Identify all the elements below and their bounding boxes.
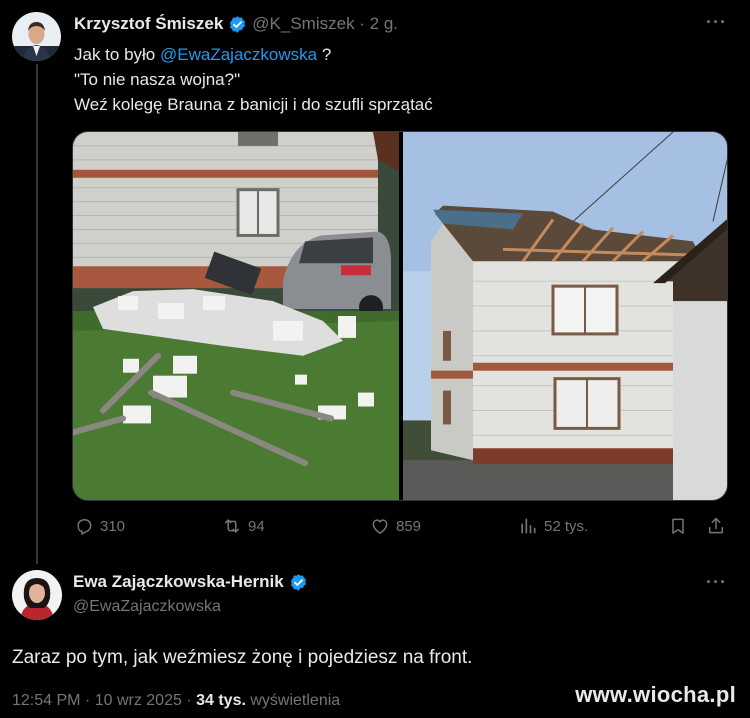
tweet-text-line2: "To nie nasza wojna?" bbox=[74, 70, 241, 89]
views-button[interactable]: 52 tys. bbox=[518, 516, 588, 536]
watermark: www.wiocha.pl bbox=[575, 682, 736, 707]
photo-damaged-wall[interactable] bbox=[73, 132, 399, 500]
tweet-header: Ewa Zajączkowska-Hernik bbox=[73, 572, 313, 592]
repost-count: 94 bbox=[248, 517, 265, 535]
author-name[interactable]: Krzysztof Śmiszek bbox=[74, 14, 223, 34]
like-icon bbox=[372, 519, 388, 534]
author-handle[interactable]: @EwaZajaczkowska bbox=[73, 598, 221, 616]
like-button[interactable]: 859 bbox=[370, 516, 421, 536]
share-button[interactable] bbox=[706, 516, 726, 536]
views-label: wyświetlenia bbox=[245, 692, 341, 709]
reply-count: 310 bbox=[100, 517, 126, 535]
views-count: 52 tys. bbox=[544, 517, 589, 535]
reply-icon bbox=[77, 519, 92, 535]
tweet-text-line1-suffix: ? bbox=[317, 45, 332, 64]
verified-badge-icon bbox=[290, 573, 306, 591]
tweet-meta: 12:54 PM · 10 wrz 2025 · 34 tys. wyświet… bbox=[12, 692, 340, 710]
views-count: 34 tys. bbox=[196, 692, 246, 709]
avatar[interactable] bbox=[12, 570, 62, 620]
views-icon bbox=[521, 518, 536, 534]
author-name[interactable]: Ewa Zajączkowska-Hernik bbox=[73, 572, 284, 592]
tweet-actions-bar: 310 94 859 52 tys. bbox=[74, 516, 734, 544]
tweet-text: Jak to było @EwaZajaczkowska ? "To nie n… bbox=[74, 42, 433, 117]
mention-link[interactable]: @EwaZajaczkowska bbox=[160, 45, 317, 64]
more-icon[interactable]: ··· bbox=[706, 572, 727, 593]
tweet-text: Zaraz po tym, jak weźmiesz żonę i pojedz… bbox=[12, 647, 473, 668]
author-handle-time[interactable]: @K_Smiszek · 2 g. bbox=[252, 14, 398, 34]
tweet-text-line3: Weź kolegę Brauna z banicji i do szufli … bbox=[74, 95, 433, 114]
bookmark-icon bbox=[672, 518, 684, 534]
tweet-text-line1-prefix: Jak to było bbox=[74, 45, 160, 64]
bookmark-button[interactable] bbox=[668, 516, 688, 536]
avatar[interactable] bbox=[12, 12, 61, 61]
repost-button[interactable]: 94 bbox=[222, 516, 265, 536]
more-icon[interactable]: ··· bbox=[706, 12, 727, 33]
photo-damaged-roof[interactable] bbox=[403, 132, 728, 500]
tweet-media[interactable] bbox=[72, 131, 728, 501]
thread-connector-line bbox=[36, 64, 38, 564]
tweet-header: Krzysztof Śmiszek @K_Smiszek · 2 g. bbox=[74, 14, 398, 34]
share-icon bbox=[709, 517, 723, 534]
reply-button[interactable]: 310 bbox=[74, 516, 125, 536]
verified-badge-icon bbox=[230, 15, 246, 33]
like-count: 859 bbox=[396, 517, 422, 535]
repost-icon bbox=[225, 519, 239, 533]
tweet-timestamp[interactable]: 12:54 PM · 10 wrz 2025 · bbox=[12, 692, 196, 709]
